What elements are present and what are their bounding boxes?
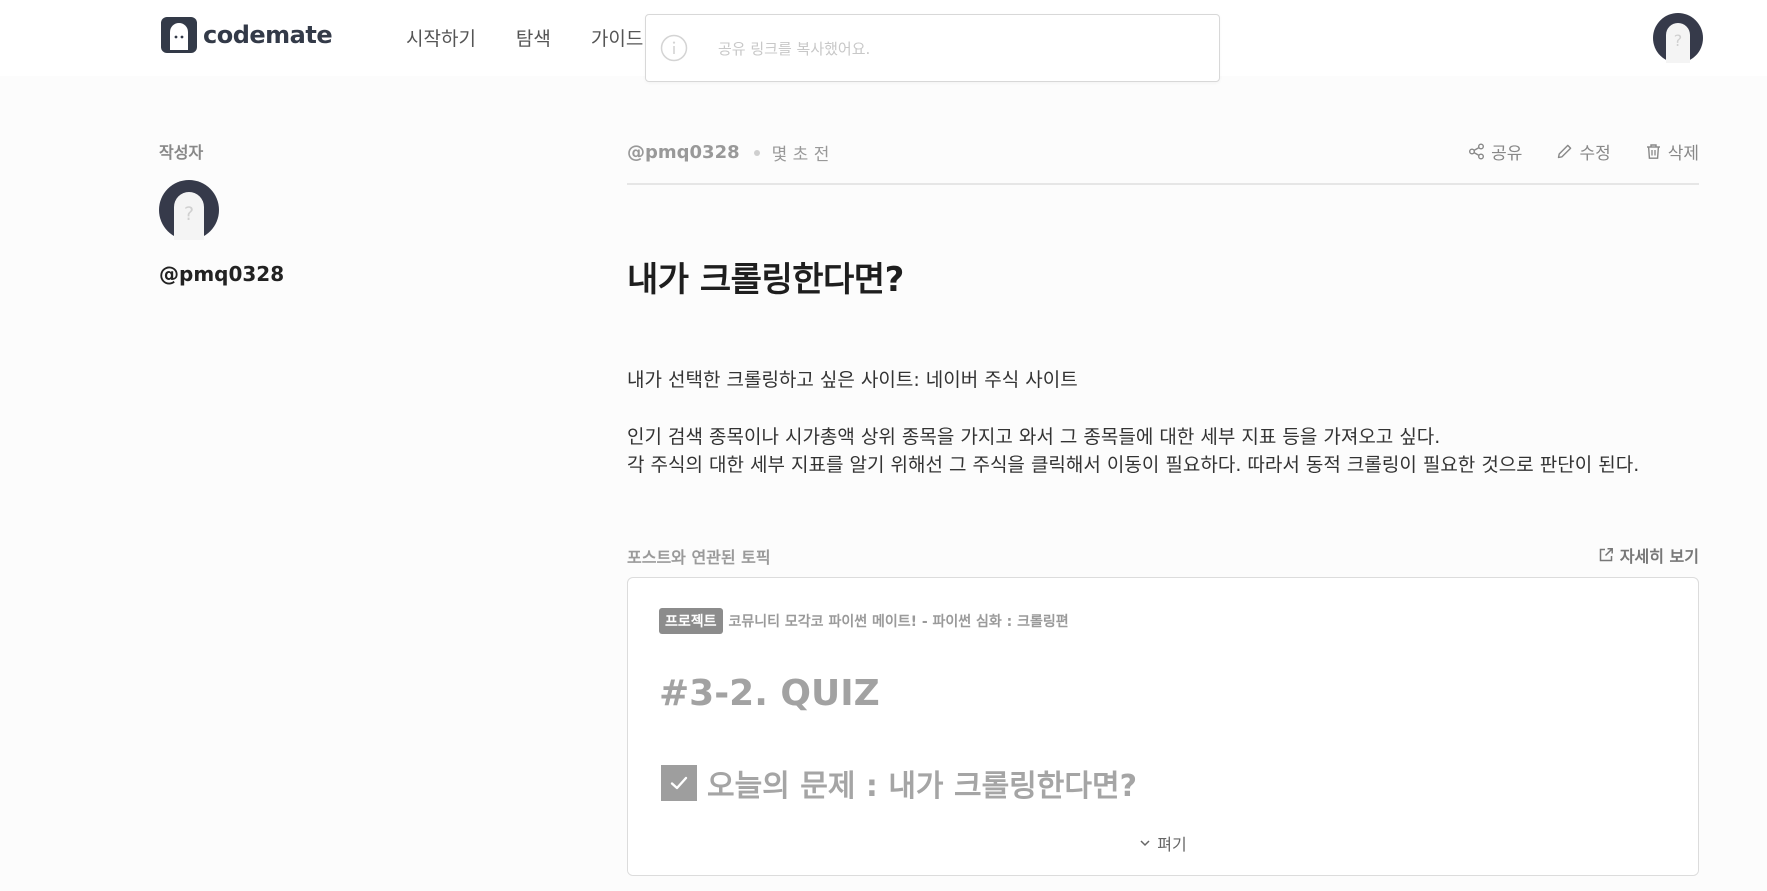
post-author[interactable]: @pmq0328 (627, 142, 740, 163)
divider (627, 183, 1699, 185)
topic-subtitle-text: 오늘의 문제 : 내가 크롤링한다면? (707, 769, 1137, 804)
project-badge: 프로젝트 (659, 608, 723, 634)
view-details-link[interactable]: 자세히 보기 (1598, 543, 1699, 567)
main-nav: 시작하기 탐색 가이드 (406, 24, 683, 51)
logo-icon (161, 17, 197, 53)
trash-icon (1646, 144, 1660, 159)
post-body: 내가 선택한 크롤링하고 싶은 사이트: 네이버 주식 사이트 인기 검색 종목… (627, 366, 1639, 479)
post-timestamp: 몇 초 전 (771, 145, 830, 165)
edit-button[interactable]: 수정 (1556, 139, 1611, 164)
check-mark-icon (670, 776, 688, 790)
svg-text:?: ? (184, 203, 194, 225)
post-actions: 공유 수정 삭제 (1434, 139, 1699, 164)
post-paragraph: 내가 선택한 크롤링하고 싶은 사이트: 네이버 주식 사이트 (627, 369, 1078, 391)
author-handle[interactable]: @pmq0328 (159, 262, 284, 286)
checkbox-icon (661, 765, 697, 801)
svg-text:?: ? (1674, 31, 1683, 50)
chevron-down-icon (1140, 840, 1150, 847)
post-title: 내가 크롤링한다면? (627, 260, 904, 300)
topic-quiz-title: #3-2. QUIZ (659, 673, 880, 714)
pencil-icon (1558, 144, 1572, 159)
related-topic-card[interactable]: 프로젝트 코뮤니티 모각코 파이썬 메이트! - 파이썬 심화 : 크롤링편 #… (627, 577, 1699, 876)
logo-text: codemate (203, 21, 333, 49)
author-label: 작성자 (159, 143, 204, 162)
info-icon (660, 34, 688, 62)
nav-item-guide[interactable]: 가이드 (591, 24, 643, 51)
topic-header: 프로젝트 코뮤니티 모각코 파이썬 메이트! - 파이썬 심화 : 크롤링편 (659, 608, 1069, 634)
topic-breadcrumb: 코뮤니티 모각코 파이썬 메이트! - 파이썬 심화 : 크롤링편 (728, 614, 1069, 630)
post-paragraph: 각 주식의 대한 세부 지표를 알기 위해선 그 주식을 클릭해서 이동이 필요… (627, 454, 1640, 476)
user-avatar[interactable]: ? (1653, 13, 1703, 63)
expand-label: 펴기 (1157, 835, 1187, 854)
external-link-icon (1599, 548, 1613, 562)
related-topic-label: 포스트와 연관된 토픽 (627, 548, 771, 567)
share-label: 공유 (1491, 144, 1523, 164)
share-button[interactable]: 공유 (1468, 139, 1522, 164)
edit-label: 수정 (1579, 144, 1611, 164)
view-details-label: 자세히 보기 (1619, 547, 1699, 566)
topic-subtitle: 오늘의 문제 : 내가 크롤링한다면? (661, 761, 1137, 805)
delete-label: 삭제 (1667, 144, 1699, 164)
share-icon (1469, 143, 1485, 160)
author-avatar[interactable]: ? (159, 180, 219, 240)
nav-item-start[interactable]: 시작하기 (406, 24, 476, 51)
expand-button[interactable]: 펴기 (628, 831, 1698, 855)
post-meta: @pmq0328 몇 초 전 (627, 140, 829, 165)
toast-message: 공유 링크를 복사했어요. (718, 39, 871, 58)
nav-item-explore[interactable]: 탐색 (516, 24, 551, 51)
toast-notification: 공유 링크를 복사했어요. (645, 14, 1220, 82)
codemate-logo[interactable]: codemate (161, 17, 333, 53)
delete-button[interactable]: 삭제 (1645, 139, 1699, 164)
separator-dot (753, 149, 760, 156)
post-paragraph: 인기 검색 종목이나 시가총액 상위 종목을 가지고 와서 그 종목들에 대한 … (627, 426, 1441, 448)
